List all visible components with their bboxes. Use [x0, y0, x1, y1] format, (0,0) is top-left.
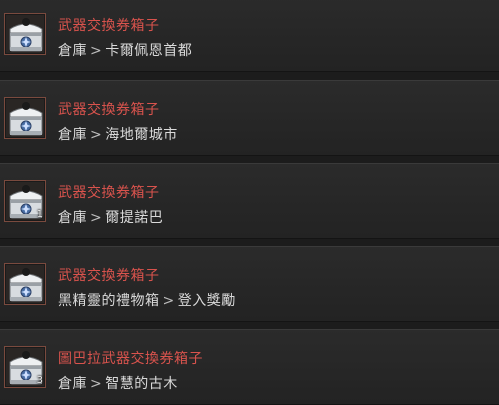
location-source: 倉庫 — [58, 210, 87, 226]
chest-icon — [9, 268, 43, 302]
path-separator: > — [90, 376, 103, 392]
location-source: 倉庫 — [58, 43, 87, 59]
location-name: 爾提諾巴 — [105, 210, 164, 226]
location-name: 海地爾城市 — [105, 127, 178, 143]
list-item[interactable]: 武器交換券箱子 黑精靈的禮物箱 > 登入獎勵 — [0, 246, 499, 322]
item-name: 武器交換券箱子 — [58, 102, 160, 118]
item-name: 武器交換券箱子 — [58, 268, 160, 284]
item-quantity: 1 — [36, 209, 43, 220]
chest-icon — [9, 18, 43, 52]
item-location-path: 倉庫 > 海地爾城市 — [58, 124, 178, 144]
item-list: 武器交換券箱子 倉庫 > 卡爾佩恩首都 武器交換券箱子 倉庫 > 海地爾城市 1… — [0, 0, 499, 405]
location-source: 倉庫 — [58, 376, 87, 392]
location-name: 智慧的古木 — [105, 376, 178, 392]
location-name: 登入獎勵 — [177, 293, 236, 309]
item-name: 武器交換券箱子 — [58, 18, 160, 34]
item-slot[interactable] — [4, 263, 46, 305]
chest-icon — [9, 102, 43, 136]
item-slot[interactable]: 1 — [4, 180, 46, 222]
item-name: 圖巴拉武器交換券箱子 — [58, 351, 203, 367]
item-location-path: 倉庫 > 爾提諾巴 — [58, 207, 163, 227]
item-location-path: 倉庫 > 卡爾佩恩首都 — [58, 40, 192, 60]
path-separator: > — [90, 210, 103, 226]
list-item[interactable]: 武器交換券箱子 倉庫 > 海地爾城市 — [0, 80, 499, 156]
location-source: 黑精靈的禮物箱 — [58, 293, 160, 309]
item-slot[interactable]: 3 — [4, 346, 46, 388]
item-name: 武器交換券箱子 — [58, 185, 160, 201]
location-source: 倉庫 — [58, 127, 87, 143]
path-separator: > — [90, 43, 103, 59]
path-separator: > — [162, 293, 175, 309]
item-slot[interactable] — [4, 97, 46, 139]
list-item[interactable]: 3 圖巴拉武器交換券箱子 倉庫 > 智慧的古木 — [0, 329, 499, 405]
path-separator: > — [90, 127, 103, 143]
item-location-path: 黑精靈的禮物箱 > 登入獎勵 — [58, 290, 236, 310]
item-location-path: 倉庫 > 智慧的古木 — [58, 373, 178, 393]
list-item[interactable]: 武器交換券箱子 倉庫 > 卡爾佩恩首都 — [0, 0, 499, 72]
item-quantity: 3 — [36, 375, 43, 386]
list-item[interactable]: 1 武器交換券箱子 倉庫 > 爾提諾巴 — [0, 163, 499, 239]
location-name: 卡爾佩恩首都 — [105, 43, 193, 59]
item-slot[interactable] — [4, 13, 46, 55]
